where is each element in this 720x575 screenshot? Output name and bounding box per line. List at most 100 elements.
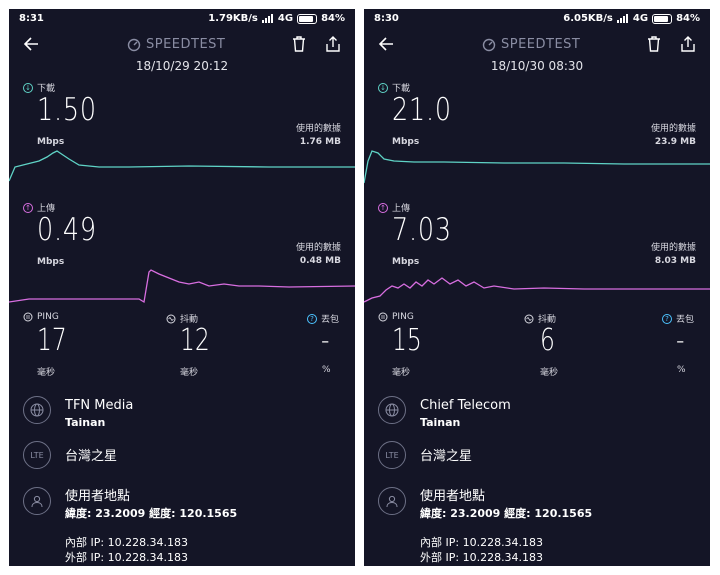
download-graph	[9, 150, 355, 182]
download-arrow-icon: ↓	[378, 82, 388, 93]
network-speed: 6.05KB/s	[563, 13, 613, 24]
ping-value: 15	[392, 323, 422, 358]
carrier-name: 台灣之星	[420, 449, 473, 464]
speedtest-logo-icon	[127, 38, 141, 51]
status-right: 1.79KB/s 4G 84%	[208, 13, 345, 24]
isp-info[interactable]: TFN Media Tainan	[65, 397, 133, 431]
status-time: 8:30	[374, 13, 399, 24]
user-icon	[23, 487, 51, 515]
location-title: 使用者地點	[65, 489, 131, 504]
download-graph	[364, 150, 710, 184]
internal-ip: 內部 IP: 10.228.34.183	[65, 536, 189, 549]
battery-icon	[297, 13, 318, 24]
external-ip: 外部 IP: 10.228.34.183	[65, 551, 189, 564]
download-data-used: 使用的數據 23.9 MB	[651, 123, 696, 149]
trash-icon[interactable]	[646, 35, 662, 53]
upload-value: 7.03	[392, 212, 452, 248]
back-arrow-icon[interactable]	[23, 35, 41, 53]
back-arrow-icon[interactable]	[378, 35, 396, 53]
jitter-icon	[166, 314, 176, 323]
download-arrow-icon: ↓	[23, 82, 33, 93]
download-value: 21.0	[392, 92, 452, 128]
status-right: 6.05KB/s 4G 84%	[563, 13, 700, 24]
data-used-label: 使用的數據	[650, 243, 696, 253]
jitter-unit: 毫秒	[540, 368, 559, 378]
status-bar: 8:31 1.79KB/s 4G 84%	[9, 9, 355, 31]
network-type: 4G	[632, 13, 649, 24]
download-data-used: 使用的數據 1.76 MB	[296, 123, 341, 149]
globe-icon	[378, 396, 406, 424]
packet-loss-unit: %	[322, 365, 331, 375]
data-used-label: 使用的數據	[295, 124, 341, 134]
signal-icon	[261, 14, 274, 23]
packet-loss-icon[interactable]: ?	[662, 313, 672, 324]
data-used-label: 使用的數據	[295, 243, 341, 253]
isp-city: Tainan	[65, 416, 106, 429]
download-unit: Mbps	[37, 137, 65, 147]
isp-city: Tainan	[420, 416, 461, 429]
packet-loss-unit: %	[677, 365, 686, 375]
ping-value: 17	[37, 323, 67, 358]
carrier-name: 台灣之星	[65, 449, 118, 464]
lte-icon-text: LTE	[385, 450, 399, 460]
speedtest-screen-left: 8:31 1.79KB/s 4G 84% SPEEDTEST 18/10/29 …	[9, 9, 355, 566]
brand-label: SPEEDTEST	[501, 37, 581, 52]
user-icon	[378, 487, 406, 515]
speedtest-brand: SPEEDTEST	[127, 37, 225, 52]
ping-label-text: PING	[37, 312, 59, 322]
jitter-icon	[524, 314, 534, 323]
battery-level: 84%	[676, 13, 700, 24]
upload-arrow-icon: ↑	[378, 202, 388, 213]
brand-label: SPEEDTEST	[146, 37, 226, 52]
ip-info: 內部 IP: 10.228.34.183 外部 IP: 10.228.34.18…	[65, 535, 188, 565]
ping-label: PING	[378, 312, 414, 322]
jitter-value: 6	[540, 323, 555, 358]
download-unit: Mbps	[392, 137, 420, 147]
network-speed: 1.79KB/s	[208, 13, 258, 24]
isp-info[interactable]: Chief Telecom Tainan	[420, 397, 511, 431]
location-title: 使用者地點	[420, 489, 486, 504]
ping-unit: 毫秒	[37, 368, 56, 378]
ping-label: PING	[23, 312, 59, 322]
jitter-value: 12	[180, 323, 210, 358]
data-used-label: 使用的數據	[650, 124, 696, 134]
ping-icon	[378, 312, 388, 322]
packet-loss-value: -	[676, 323, 685, 358]
status-bar: 8:30 6.05KB/s 4G 84%	[364, 9, 710, 31]
trash-icon[interactable]	[291, 35, 307, 53]
jitter-unit: 毫秒	[180, 368, 199, 378]
isp-name: TFN Media	[65, 398, 134, 413]
top-nav: SPEEDTEST	[9, 33, 355, 57]
lte-icon: LTE	[378, 441, 406, 469]
status-time: 8:31	[19, 13, 44, 24]
ping-icon	[23, 312, 33, 322]
location-coords: 緯度: 23.2009 經度: 120.1565	[420, 507, 593, 520]
download-value: 1.50	[37, 92, 97, 128]
share-icon[interactable]	[680, 35, 696, 53]
internal-ip: 內部 IP: 10.228.34.183	[420, 536, 544, 549]
isp-name: Chief Telecom	[420, 398, 511, 413]
speedtest-screen-right: 8:30 6.05KB/s 4G 84% SPEEDTEST 18/10/30 …	[364, 9, 710, 566]
upload-graph	[364, 277, 710, 303]
globe-icon	[23, 396, 51, 424]
network-type: 4G	[277, 13, 294, 24]
upload-arrow-icon: ↑	[23, 202, 33, 213]
speedtest-brand: SPEEDTEST	[482, 37, 580, 52]
lte-icon-text: LTE	[30, 450, 44, 460]
user-location: 使用者地點 緯度: 23.2009 經度: 120.1565	[420, 488, 592, 522]
ping-unit: 毫秒	[392, 368, 411, 378]
lte-icon: LTE	[23, 441, 51, 469]
external-ip: 外部 IP: 10.228.34.183	[420, 551, 544, 564]
test-datetime: 18/10/29 20:12	[135, 59, 229, 73]
share-icon[interactable]	[325, 35, 341, 53]
upload-value: 0.49	[37, 212, 97, 248]
ping-label-text: PING	[392, 312, 414, 322]
packet-loss-value: -	[321, 323, 330, 358]
location-coords: 緯度: 23.2009 經度: 120.1565	[65, 507, 238, 520]
ip-info: 內部 IP: 10.228.34.183 外部 IP: 10.228.34.18…	[420, 535, 543, 565]
upload-graph	[9, 269, 355, 304]
packet-loss-icon[interactable]: ?	[307, 313, 317, 324]
test-datetime: 18/10/30 08:30	[490, 59, 584, 73]
top-nav: SPEEDTEST	[364, 33, 710, 57]
speedtest-logo-icon	[482, 38, 496, 51]
